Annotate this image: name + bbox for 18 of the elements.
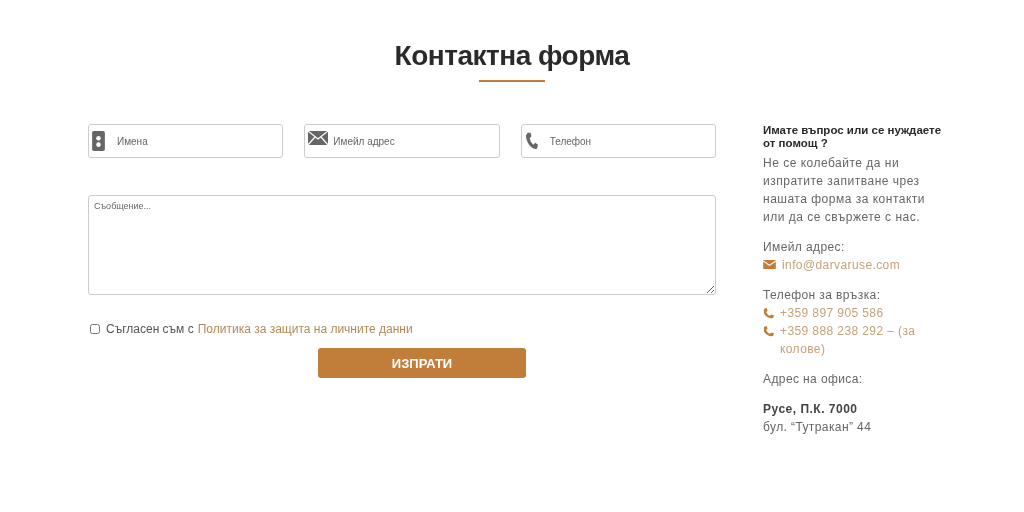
email-label: Имейл адрес: — [763, 239, 846, 256]
input-field[interactable]: Телефон — [520, 124, 716, 158]
page-title: Контактна форма — [394, 40, 630, 72]
office-city: Русе, П.К. 7000 — [763, 401, 859, 418]
email-link[interactable]: info@darvaruse.com — [782, 256, 901, 274]
privacy-link[interactable]: Политика за защита на личните данни — [197, 322, 413, 336]
office-label: Адрес на офиса: — [763, 371, 864, 388]
phone-label: Телефон за връзка: — [763, 287, 882, 304]
info-heading: Имате въпрос или се нуждаете от помощ ? — [763, 124, 943, 150]
message-field[interactable]: Съобщение... — [88, 195, 716, 295]
input-field[interactable]: Имейл адрес — [304, 124, 500, 158]
office-street: бул. “Тутракан” 44 — [763, 419, 873, 436]
phone-link[interactable]: +359 897 905 586 — [780, 304, 884, 322]
input-field[interactable]: Имена — [88, 124, 284, 158]
consent-label: Съгласен съм с — [106, 322, 194, 336]
submit-button[interactable]: ИЗПРАТИ — [318, 348, 526, 378]
info-text: Не се колебайте да ни изпратите запитване чрез нашата форма за контакти или да се свържете с нас. — [763, 155, 926, 226]
phone-link[interactable]: +359 888 238 292 – (за колове) — [780, 322, 948, 358]
